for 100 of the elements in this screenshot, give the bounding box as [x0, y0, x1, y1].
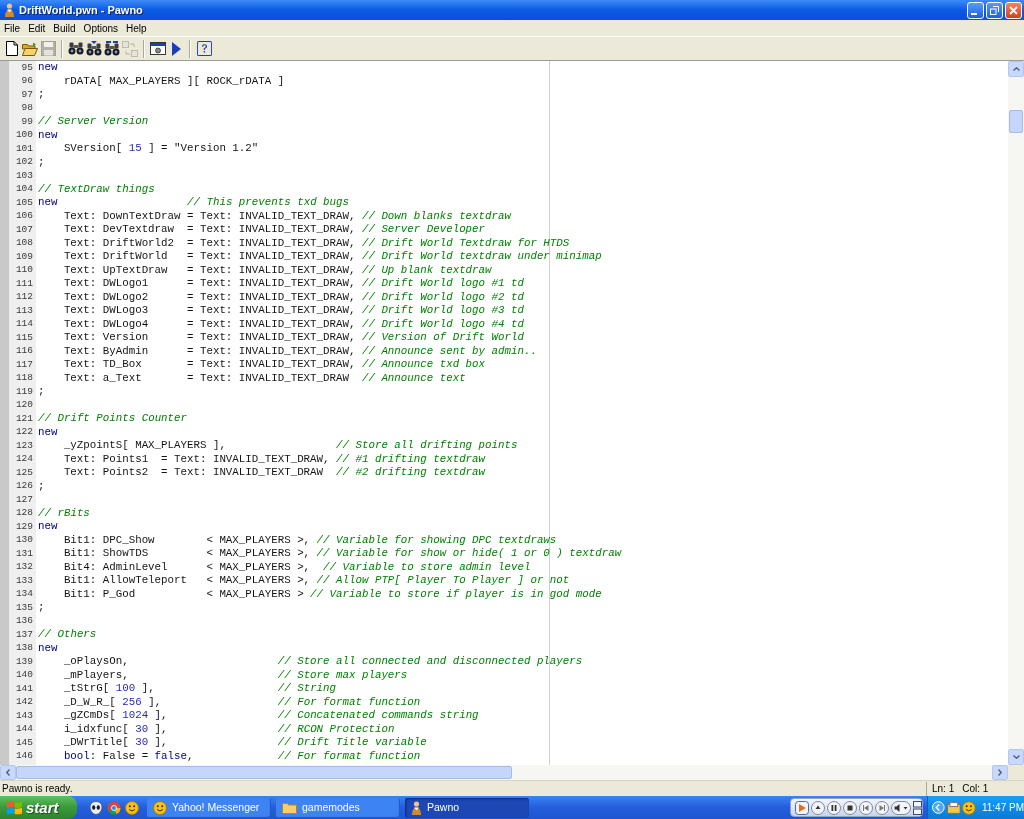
- menu-item[interactable]: Help: [123, 21, 150, 35]
- code-line: Text: UpTextDraw = Text: INVALID_TEXT_DRAW, // Up blank textdraw: [63, 263, 492, 277]
- taskbar-button[interactable]: Pawno: [405, 797, 529, 818]
- close-icon: [1009, 5, 1018, 15]
- line-number: 140: [15, 669, 33, 682]
- code-line: Text: DevTextdraw = Text: INVALID_TEXT_DRAW, // Server Developer: [63, 223, 486, 237]
- line-number: 138: [15, 642, 33, 655]
- minimize-icon: [971, 12, 977, 15]
- code-editor[interactable]: [36, 61, 1008, 765]
- binoculars-icon[interactable]: [68, 42, 84, 55]
- line-number: 117: [15, 358, 33, 371]
- column-position: Col: 1: [962, 782, 989, 795]
- line-number: 136: [15, 615, 33, 628]
- close-button[interactable]: [1005, 1, 1022, 19]
- pause-icon[interactable]: [827, 800, 841, 815]
- line-number: 131: [15, 547, 33, 560]
- line-number: 100: [15, 129, 33, 142]
- line-number: 123: [15, 439, 33, 452]
- line-number: 96: [21, 75, 33, 88]
- next-icon[interactable]: [875, 800, 889, 815]
- code-line: Text: a_Text = Text: INVALID_TEXT_DRAW // Announce text: [63, 371, 466, 385]
- round-logo-icon[interactable]: [107, 800, 121, 815]
- window-grid-icon[interactable]: [913, 800, 922, 815]
- clock: 11:47 PM: [981, 801, 1024, 814]
- line-number: 109: [15, 250, 33, 263]
- line-number: 130: [15, 534, 33, 547]
- taskbar-button[interactable]: Yahoo! Messenger: [147, 797, 271, 818]
- menu-item[interactable]: Edit: [25, 21, 49, 35]
- code-line: _gZCmDs[ 1024 ], // Concatenated commands string: [63, 709, 479, 723]
- previous-icon[interactable]: [859, 800, 873, 815]
- scrollbar-thumb[interactable]: [16, 766, 512, 779]
- figure-icon: [4, 3, 15, 17]
- restore-button[interactable]: [986, 1, 1003, 19]
- eject-icon[interactable]: [811, 800, 825, 815]
- window-title: DriftWorld.pwn - Pawno: [19, 3, 143, 17]
- menu-item[interactable]: Build: [50, 21, 79, 35]
- tray-app-icon[interactable]: [946, 801, 961, 814]
- line-number: 121: [15, 412, 33, 425]
- chevron-left-icon[interactable]: [932, 801, 945, 814]
- stop-icon[interactable]: [843, 800, 857, 815]
- code-line: Text: DWLogo3 = Text: INVALID_TEXT_DRAW, // Drift World logo #3 td: [63, 304, 524, 318]
- smiley-icon[interactable]: [962, 800, 976, 815]
- folder-icon: [282, 801, 297, 814]
- smiley-icon[interactable]: [125, 800, 139, 815]
- code-line: Text: Version = Text: INVALID_TEXT_DRAW, // Version of Drift World: [63, 331, 524, 345]
- taskbar-button[interactable]: gamemodes: [276, 797, 400, 818]
- line-number: 108: [15, 237, 33, 250]
- line-number: 120: [15, 399, 33, 412]
- play-icon[interactable]: [171, 41, 181, 56]
- line-number: 106: [15, 210, 33, 223]
- line-number: 139: [15, 655, 33, 668]
- folder-icon[interactable]: [22, 41, 38, 56]
- line-number: 143: [15, 709, 33, 722]
- code-line: Bit1: P_God < MAX_PLAYERS > // Variable to store if player is in god mode: [63, 587, 602, 601]
- help-icon[interactable]: [196, 41, 212, 56]
- line-number: 114: [15, 318, 33, 331]
- volume-icon[interactable]: [891, 800, 911, 815]
- alien-icon[interactable]: [89, 800, 103, 815]
- line-number: 128: [15, 507, 33, 520]
- media-logo-icon[interactable]: [795, 800, 809, 815]
- scrollbar-thumb[interactable]: [1009, 110, 1023, 133]
- menu-item[interactable]: Options: [80, 21, 122, 35]
- binoculars-swap-icon[interactable]: [104, 41, 120, 56]
- code-line: new: [38, 128, 58, 142]
- code-line: _mPlayers, // Store max players: [63, 668, 408, 682]
- code-line: ;: [38, 385, 45, 399]
- line-number: 126: [15, 480, 33, 493]
- scroll-right-button[interactable]: [992, 765, 1008, 780]
- chevron-right-icon: [998, 769, 1002, 776]
- code-line: new: [38, 641, 58, 655]
- horizontal-scrollbar[interactable]: [0, 765, 1008, 780]
- line-number: 135: [15, 601, 33, 614]
- chevron-up-icon: [1012, 67, 1020, 71]
- start-button[interactable]: start: [0, 796, 77, 819]
- code-line: ;: [38, 479, 45, 493]
- chevron-left-icon: [6, 769, 10, 776]
- line-number: 134: [15, 588, 33, 601]
- binoculars-arrow-icon[interactable]: [86, 41, 102, 56]
- minimize-button[interactable]: [967, 1, 984, 19]
- code-line: Text: DriftWorld = Text: INVALID_TEXT_DRAW, // Drift World textdraw under minimap: [63, 250, 602, 264]
- line-number: 115: [15, 331, 33, 344]
- chevron-down-icon: [1012, 755, 1020, 759]
- window-icon[interactable]: [150, 42, 166, 55]
- scroll-left-button[interactable]: [0, 765, 16, 780]
- flag-icon: [7, 800, 22, 815]
- line-number: 124: [15, 453, 33, 466]
- line-number: 146: [15, 750, 33, 763]
- code-line: bool: False = false, // For format function: [63, 749, 421, 763]
- scroll-down-button[interactable]: [1008, 749, 1024, 765]
- line-number: 104: [15, 183, 33, 196]
- menu-item[interactable]: File: [1, 21, 24, 35]
- vertical-scrollbar[interactable]: [1008, 61, 1024, 765]
- blank-page-icon[interactable]: [6, 41, 18, 56]
- scroll-up-button[interactable]: [1008, 61, 1024, 77]
- code-line: new // This prevents txd bugs: [38, 196, 350, 210]
- code-line: Text: TD_Box = Text: INVALID_TEXT_DRAW, // Announce txd box: [63, 358, 486, 372]
- line-number: 97: [21, 88, 33, 101]
- smiley-icon: [153, 800, 167, 815]
- line-number: 119: [15, 385, 33, 398]
- code-line: Text: DWLogo1 = Text: INVALID_TEXT_DRAW, // Drift World logo #1 td: [63, 277, 524, 291]
